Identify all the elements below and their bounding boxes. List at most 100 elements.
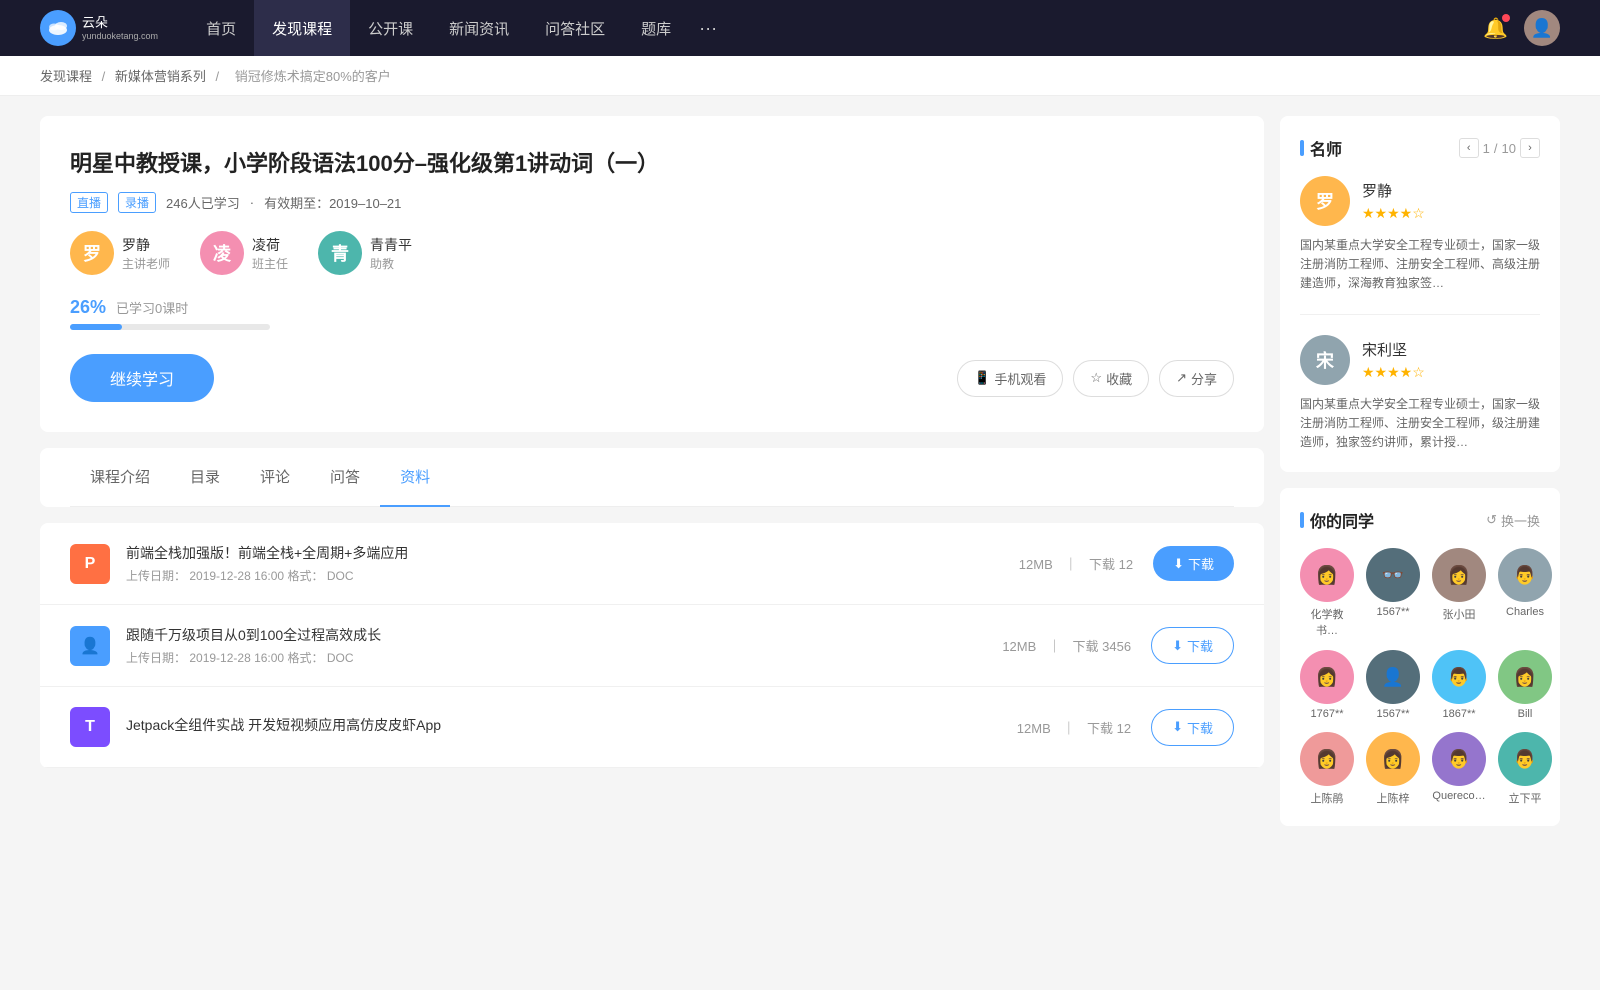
resource-0-downloads: 下载 12: [1089, 557, 1133, 572]
resource-0-stats: 12MB ｜ 下载 12: [1015, 554, 1137, 573]
collect-button[interactable]: ☆ 收藏: [1073, 360, 1149, 397]
classmate-3-name: Charles: [1506, 606, 1544, 618]
page-prev-button[interactable]: ‹: [1459, 138, 1479, 158]
instructor-0-name: 罗静: [122, 235, 170, 255]
classmate-11-avatar: 👨: [1498, 732, 1552, 786]
progress-bar-background: [70, 324, 270, 330]
progress-header: 26% 已学习0课时: [70, 297, 1234, 318]
resource-1-date-label: 上传日期：: [126, 651, 186, 665]
refresh-button[interactable]: ↺ 换一换: [1486, 511, 1540, 530]
classmate-3-avatar: 👨: [1498, 548, 1552, 602]
classmate-5-name: 1567**: [1376, 708, 1409, 720]
resource-1-size: 12MB: [1002, 639, 1036, 654]
classmates-card: 你的同学 ↺ 换一换 👩 化学教书… 👓 1567**: [1280, 488, 1560, 826]
resource-0-icon: P: [70, 544, 110, 584]
classmate-6-name: 1867**: [1442, 708, 1475, 720]
classmate-4-name: 1767**: [1310, 708, 1343, 720]
download-button-1[interactable]: ⬇ 下载: [1151, 627, 1234, 664]
classmate-2-avatar: 👩: [1432, 548, 1486, 602]
teacher-1-meta: 宋利坚 ★★★★☆: [1362, 339, 1425, 381]
breadcrumb-home[interactable]: 发现课程: [40, 69, 92, 84]
action-buttons: 📱 手机观看 ☆ 收藏 ↗ 分享: [957, 360, 1234, 397]
classmate-3: 👨 Charles: [1498, 548, 1552, 638]
nav-public[interactable]: 公开课: [350, 0, 431, 56]
user-avatar[interactable]: 👤: [1524, 10, 1560, 46]
resource-0-date-label: 上传日期：: [126, 569, 186, 583]
tab-resource[interactable]: 资料: [380, 448, 450, 507]
breadcrumb-sep2: /: [216, 69, 223, 84]
instructor-2: 青 青青平 助教: [318, 231, 412, 275]
teacher-1-stars: ★★★★☆: [1362, 364, 1425, 381]
resource-1-format: DOC: [327, 651, 354, 665]
logo[interactable]: 云朵 yunduoketang.com: [40, 10, 158, 46]
download-0-icon: ⬇: [1173, 556, 1184, 572]
teacher-1-avatar: 宋: [1300, 335, 1350, 385]
classmate-7: 👩 Bill: [1498, 650, 1552, 720]
nav-home[interactable]: 首页: [188, 0, 254, 56]
nav-discover[interactable]: 发现课程: [254, 0, 350, 56]
classmates-title-bar: [1300, 512, 1304, 528]
download-button-2[interactable]: ⬇ 下载: [1151, 709, 1234, 746]
instructor-2-info: 青青平 助教: [370, 235, 412, 272]
tab-intro[interactable]: 课程介绍: [70, 448, 170, 507]
teachers-title: 名师 ‹ 1 / 10 ›: [1300, 136, 1540, 160]
tab-catalog[interactable]: 目录: [170, 448, 240, 507]
tab-comment[interactable]: 评论: [240, 448, 310, 507]
instructor-2-avatar: 青: [318, 231, 362, 275]
nav-qa[interactable]: 问答社区: [527, 0, 623, 56]
instructor-0-avatar: 罗: [70, 231, 114, 275]
classmate-2: 👩 张小田: [1432, 548, 1486, 638]
download-button-0[interactable]: ⬇ 下载: [1153, 546, 1234, 581]
classmate-8-name: 上陈鹃: [1311, 790, 1344, 806]
nav-quiz[interactable]: 题库: [623, 0, 689, 56]
notification-bell[interactable]: 🔔: [1483, 16, 1508, 41]
resource-2-size: 12MB: [1017, 721, 1051, 736]
logo-icon: [40, 10, 76, 46]
resource-1-stats: 12MB ｜ 下载 3456: [998, 636, 1135, 655]
instructor-0: 罗 罗静 主讲老师: [70, 231, 170, 275]
page-current: 1: [1483, 141, 1490, 156]
tabs-section: 课程介绍 目录 评论 问答 资料: [40, 448, 1264, 507]
instructor-1-name: 凌荷: [252, 235, 288, 255]
page-next-button[interactable]: ›: [1520, 138, 1540, 158]
navbar: 云朵 yunduoketang.com 首页 发现课程 公开课 新闻资讯 问答社…: [0, 0, 1600, 56]
notification-dot: [1502, 14, 1510, 22]
instructors: 罗 罗静 主讲老师 凌 凌荷 班主任: [70, 231, 1234, 275]
refresh-icon: ↺: [1486, 512, 1497, 528]
tab-qa[interactable]: 问答: [310, 448, 380, 507]
share-label: 分享: [1191, 369, 1217, 388]
resource-0-format-label: 格式：: [287, 569, 323, 583]
resource-1-divider: ｜: [1048, 639, 1065, 654]
tag-live: 直播: [70, 192, 108, 213]
classmate-7-name: Bill: [1518, 708, 1533, 720]
resource-1-icon: 👤: [70, 626, 110, 666]
nav-items: 首页 发现课程 公开课 新闻资讯 问答社区 题库 ···: [188, 0, 1483, 56]
instructor-2-role: 助教: [370, 255, 412, 272]
page-sep: /: [1494, 141, 1498, 156]
continue-learning-button[interactable]: 继续学习: [70, 354, 214, 402]
resource-0-title: 前端全栈加强版！前端全栈+全周期+多端应用: [126, 543, 999, 563]
resource-2-downloads: 下载 12: [1087, 721, 1131, 736]
instructor-1: 凌 凌荷 班主任: [200, 231, 288, 275]
teacher-0-stars: ★★★★☆: [1362, 205, 1425, 222]
download-2-icon: ⬇: [1172, 719, 1183, 735]
nav-right: 🔔 👤: [1483, 10, 1560, 46]
resource-0-format: DOC: [327, 569, 354, 583]
phone-watch-button[interactable]: 📱 手机观看: [957, 360, 1063, 397]
teacher-0-desc: 国内某重点大学安全工程专业硕士，国家一级注册消防工程师、注册安全工程师、高级注册…: [1300, 236, 1540, 294]
course-card: 明星中教授课，小学阶段语法100分–强化级第1讲动词（一） 直播 录播 246人…: [40, 116, 1264, 432]
resource-0-size: 12MB: [1019, 557, 1053, 572]
breadcrumb-series[interactable]: 新媒体营销系列: [115, 69, 206, 84]
teacher-1-header: 宋 宋利坚 ★★★★☆: [1300, 335, 1540, 385]
teacher-1: 宋 宋利坚 ★★★★☆ 国内某重点大学安全工程专业硕士，国家一级注册消防工程师、…: [1300, 335, 1540, 453]
teacher-0-avatar-text: 罗: [1300, 176, 1350, 226]
share-button[interactable]: ↗ 分享: [1159, 360, 1234, 397]
resource-1-date: 2019-12-28 16:00: [189, 651, 284, 665]
nav-more[interactable]: ···: [689, 0, 727, 56]
teachers-pagination: ‹ 1 / 10 ›: [1459, 138, 1540, 158]
resource-1-format-label: 格式：: [287, 651, 323, 665]
nav-news[interactable]: 新闻资讯: [431, 0, 527, 56]
classmates-title: 你的同学 ↺ 换一换: [1300, 508, 1540, 532]
teacher-0-header: 罗 罗静 ★★★★☆: [1300, 176, 1540, 226]
resource-2-icon: T: [70, 707, 110, 747]
